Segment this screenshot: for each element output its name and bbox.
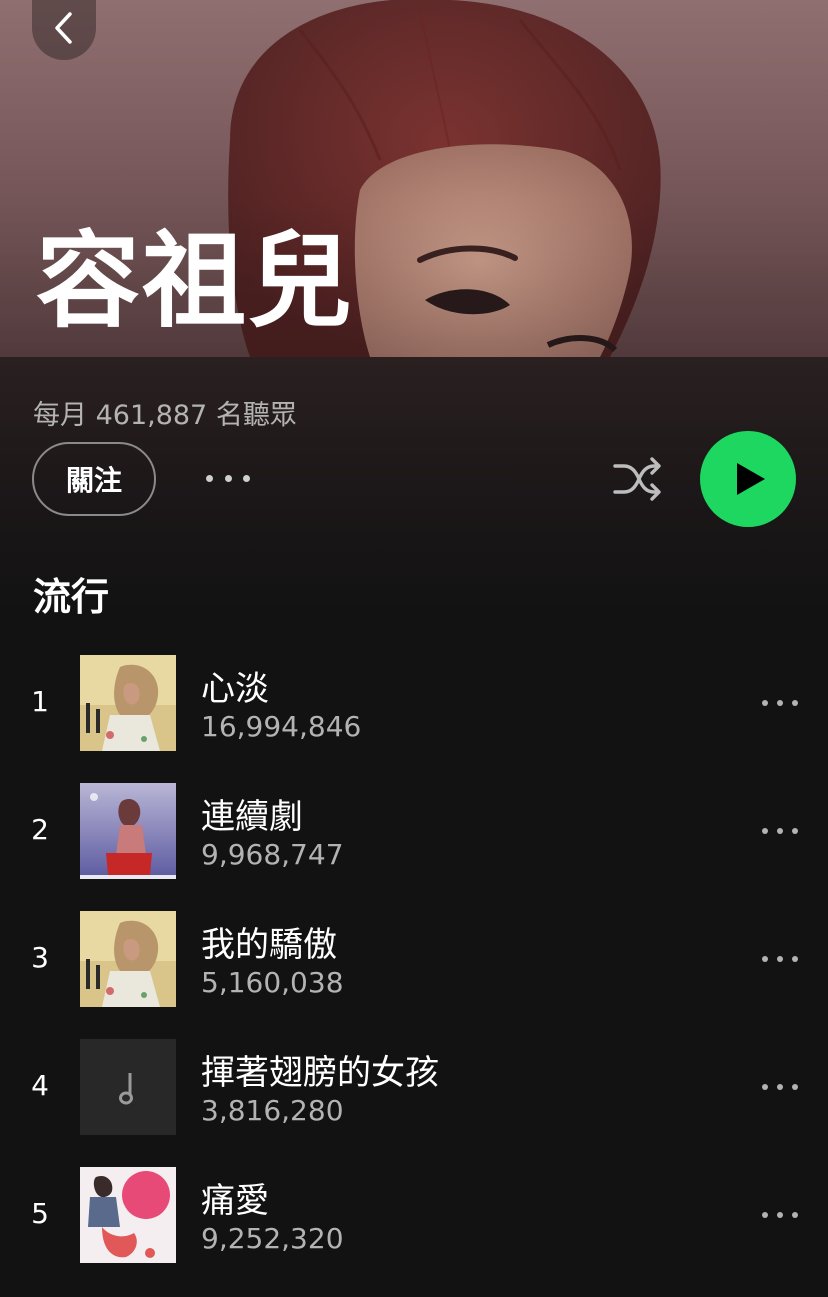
track-more-button[interactable]: [762, 953, 798, 965]
dot-icon: [762, 700, 768, 706]
music-note-placeholder: [80, 1039, 176, 1135]
dot-icon: [777, 1084, 783, 1090]
dot-icon: [762, 1084, 768, 1090]
track-play-count: 9,968,747: [201, 838, 344, 871]
dot-icon: [792, 1212, 798, 1218]
track-rank: 4: [31, 1069, 49, 1102]
more-options-button[interactable]: [206, 463, 250, 493]
artist-page: 容祖兒 每月 461,887 名聽眾 關注 流行 1 心淡 16,994,846…: [0, 0, 828, 1297]
track-more-button[interactable]: [762, 825, 798, 837]
track-play-count: 5,160,038: [201, 966, 344, 999]
track-more-button[interactable]: [762, 697, 798, 709]
track-more-button[interactable]: [762, 1209, 798, 1221]
track-more-button[interactable]: [762, 1081, 798, 1093]
dot-icon: [762, 956, 768, 962]
dot-icon: [762, 828, 768, 834]
dot-icon: [206, 474, 213, 482]
track-rank: 5: [31, 1197, 49, 1230]
dot-icon: [777, 828, 783, 834]
track-rank: 3: [31, 941, 49, 974]
dot-icon: [792, 1084, 798, 1090]
dot-icon: [792, 828, 798, 834]
album-cover-1: [80, 655, 176, 751]
artist-name: 容祖兒: [36, 220, 355, 342]
music-note-icon: [119, 1073, 133, 1105]
album-cover-3: [80, 1167, 176, 1263]
track-play-count: 16,994,846: [201, 710, 362, 743]
dot-icon: [762, 1212, 768, 1218]
dot-icon: [777, 1212, 783, 1218]
album-cover-2: [80, 783, 176, 879]
track-title: 揮著翅膀的女孩: [201, 1053, 439, 1093]
play-icon: [737, 463, 765, 495]
dot-icon: [777, 700, 783, 706]
track-row[interactable]: 3 我的驕傲 5,160,038: [0, 911, 828, 1007]
follow-button[interactable]: 關注: [32, 442, 156, 516]
monthly-listeners: 每月 461,887 名聽眾: [33, 400, 297, 431]
dot-icon: [792, 700, 798, 706]
track-rank: 2: [31, 813, 49, 846]
track-row[interactable]: 1 心淡 16,994,846: [0, 655, 828, 751]
popular-section-title: 流行: [33, 575, 110, 619]
dot-icon: [777, 956, 783, 962]
chevron-left-icon: [55, 12, 72, 44]
play-button[interactable]: [700, 431, 796, 527]
track-title: 痛愛: [201, 1181, 269, 1221]
album-cover-1: [80, 911, 176, 1007]
track-row[interactable]: 2 連續劇 9,968,747: [0, 783, 828, 879]
track-title: 連續劇: [201, 797, 303, 837]
track-row[interactable]: 5 痛愛 9,252,320: [0, 1167, 828, 1263]
dot-icon: [224, 474, 232, 482]
track-row[interactable]: 4 揮著翅膀的女孩 3,816,280: [0, 1039, 828, 1135]
track-play-count: 9,252,320: [201, 1222, 344, 1255]
track-title: 心淡: [201, 669, 269, 709]
track-rank: 1: [31, 685, 49, 718]
dot-icon: [243, 474, 250, 482]
artist-header-image: 容祖兒: [0, 0, 828, 357]
track-title: 我的驕傲: [201, 925, 337, 965]
dot-icon: [792, 956, 798, 962]
track-play-count: 3,816,280: [201, 1094, 344, 1127]
shuffle-icon[interactable]: [612, 456, 662, 502]
